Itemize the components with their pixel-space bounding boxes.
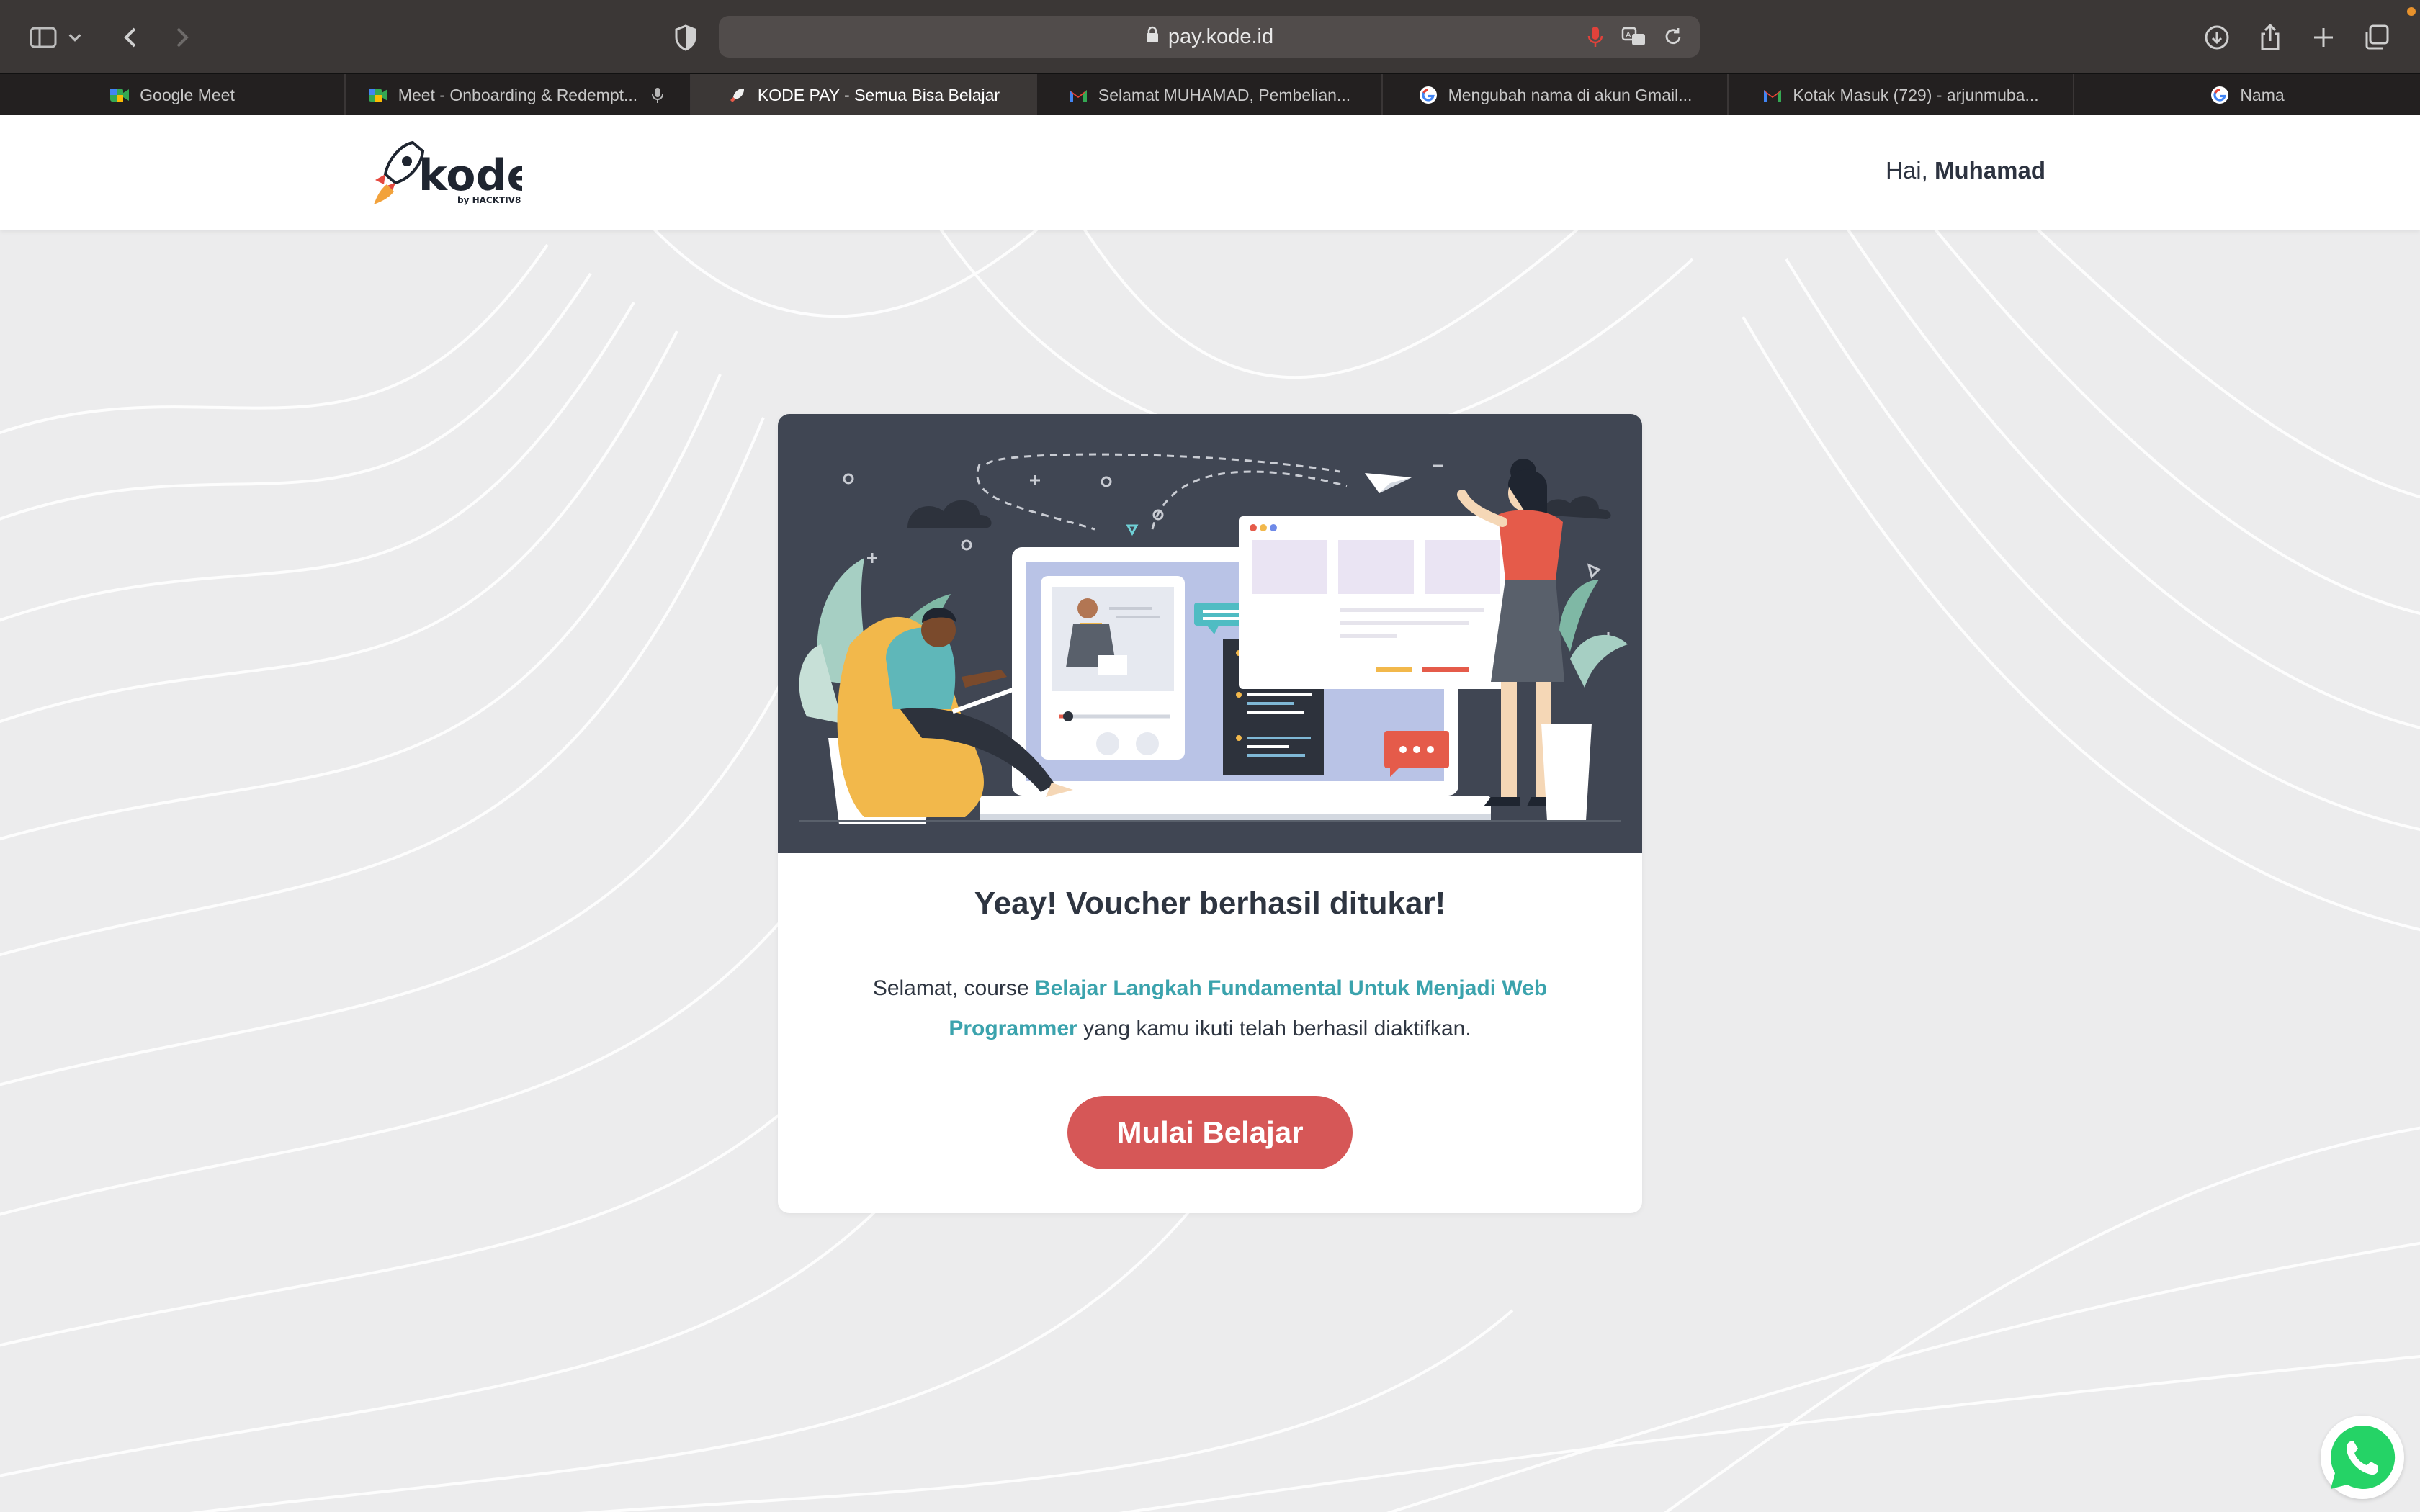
kode-logo[interactable]: kode by HACKTIV8 [371, 138, 536, 210]
tab-meet-onboarding[interactable]: Meet - Onboarding & Redempt... [346, 74, 691, 116]
tab-bar: Google Meet Meet - Onboarding & Redempt.… [0, 73, 2420, 116]
reload-icon[interactable] [1659, 23, 1687, 50]
forward-icon[interactable] [161, 17, 202, 58]
chevron-down-icon[interactable] [60, 17, 89, 58]
whatsapp-icon [2331, 1425, 2396, 1489]
downloads-icon[interactable] [2197, 17, 2237, 58]
tab-label: KODE PAY - Semua Bisa Belajar [757, 85, 1000, 104]
tab-kode-pay[interactable]: KODE PAY - Semua Bisa Belajar [691, 74, 1037, 116]
browser-toolbar: pay.kode.id A [0, 0, 2420, 73]
tab-overview-icon[interactable] [2357, 17, 2397, 58]
tab-label: Nama [2240, 85, 2285, 104]
success-card: Yeay! Voucher berhasil ditukar! Selamat,… [778, 414, 1642, 1213]
tab-label: Meet - Onboarding & Redempt... [398, 85, 638, 104]
microphone-icon[interactable] [1582, 23, 1609, 50]
svg-text:A: A [1626, 30, 1631, 40]
notification-dot [2407, 7, 2416, 16]
gmail-icon [1068, 85, 1088, 105]
hero-illustration [778, 414, 1642, 853]
sidebar-toggle-icon[interactable] [23, 17, 63, 58]
kode-rocket-icon [727, 85, 748, 105]
message-prefix: Selamat, course [872, 976, 1029, 1000]
share-icon[interactable] [2250, 17, 2290, 58]
logo-subtext: by HACKTIV8 [457, 195, 521, 205]
google-icon [2210, 85, 2230, 105]
start-learning-button[interactable]: Mulai Belajar [1067, 1096, 1353, 1169]
tab-gmail-selamat[interactable]: Selamat MUHAMAD, Pembelian... [1037, 74, 1383, 116]
logo-text: kode [418, 150, 522, 201]
tab-label: Mengubah nama di akun Gmail... [1448, 85, 1693, 104]
tab-label: Google Meet [140, 85, 235, 104]
tab-google-mengubah[interactable]: Mengubah nama di akun Gmail... [1383, 74, 1729, 116]
user-name: Muhamad [1934, 157, 2045, 184]
user-greeting[interactable]: Hai, Muhamad [1886, 157, 2045, 184]
url-text: pay.kode.id [1168, 24, 1274, 48]
address-bar[interactable]: pay.kode.id A [719, 16, 1700, 58]
tab-label: Kotak Masuk (729) - arjunmuba... [1793, 85, 2039, 104]
site-header: kode by HACKTIV8 Hai, Muhamad [0, 115, 2420, 230]
message-suffix: yang kamu ikuti telah berhasil diaktifka… [1083, 1017, 1471, 1040]
google-meet-icon [109, 85, 130, 105]
microphone-icon [647, 85, 668, 105]
new-tab-icon[interactable] [2303, 17, 2344, 58]
tab-label: Selamat MUHAMAD, Pembelian... [1098, 85, 1351, 104]
lock-icon [1145, 25, 1160, 49]
whatsapp-chat-button[interactable] [2321, 1416, 2404, 1499]
translate-icon[interactable]: A [1621, 23, 1648, 50]
tab-gmail-inbox[interactable]: Kotak Masuk (729) - arjunmuba... [1729, 74, 2074, 116]
success-title: Yeay! Voucher berhasil ditukar! [974, 886, 1446, 921]
privacy-shield-icon[interactable] [666, 17, 706, 58]
tab-google-nama[interactable]: Nama [2074, 74, 2420, 116]
success-message: Selamat, course Belajar Langkah Fundamen… [857, 968, 1563, 1049]
gmail-icon [1762, 85, 1783, 105]
google-meet-icon [368, 85, 388, 105]
back-icon[interactable] [111, 17, 151, 58]
tab-google-meet[interactable]: Google Meet [0, 74, 346, 116]
google-icon [1418, 85, 1438, 105]
greeting-prefix: Hai, [1886, 157, 1928, 184]
